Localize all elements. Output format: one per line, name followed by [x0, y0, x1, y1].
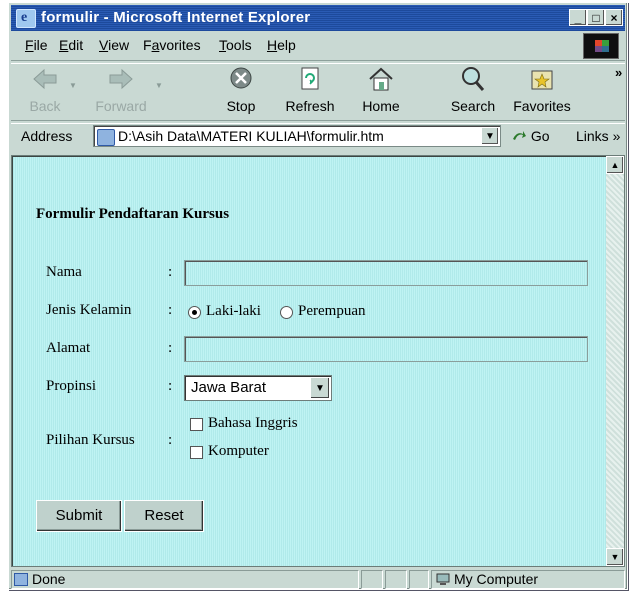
close-button[interactable]: × [605, 9, 623, 26]
refresh-icon [301, 67, 319, 90]
refresh-button[interactable]: Refresh [281, 65, 339, 114]
menu-bar: File Edit View Favorites Tools Help [11, 33, 625, 59]
radio-perempuan[interactable] [280, 306, 293, 319]
address-label: Address [21, 128, 73, 144]
checkbox-komputer-label: Komputer [208, 443, 269, 459]
address-bar: Address D:\Asih Data\MATERI KULIAH\formu… [11, 123, 625, 149]
radio-laki-laki-label: Laki-laki [206, 303, 261, 319]
toolbar: Back ▼ Forward ▼ Stop Refresh Home Searc… [11, 63, 625, 119]
go-arrow-icon [513, 131, 526, 140]
checkbox-bahasa-inggris-label: Bahasa Inggris [208, 415, 298, 431]
forward-arrow-icon [109, 68, 133, 90]
address-input[interactable]: D:\Asih Data\MATERI KULIAH\formulir.htm … [93, 125, 501, 147]
forward-button[interactable]: Forward [91, 65, 151, 114]
search-button[interactable]: Search [447, 65, 499, 114]
propinsi-value: Jawa Barat [191, 379, 267, 396]
back-dropdown-icon[interactable]: ▼ [69, 81, 77, 90]
colon: : [168, 378, 173, 394]
computer-icon [436, 573, 450, 585]
forward-dropdown-icon[interactable]: ▼ [155, 81, 163, 90]
page-content: ▲ ▼ Formulir Pendaftaran Kursus Nama : J… [11, 155, 625, 567]
submit-button[interactable]: Submit [36, 500, 122, 532]
nama-input[interactable] [184, 260, 588, 286]
menu-help[interactable]: Help [267, 37, 296, 53]
alamat-label: Alamat [46, 340, 91, 356]
vertical-scrollbar[interactable]: ▲ ▼ [606, 156, 624, 566]
windows-logo-icon [583, 33, 619, 59]
toolbar-overflow-button[interactable]: » [615, 65, 622, 80]
jenis-kelamin-label: Jenis Kelamin [46, 302, 132, 318]
alamat-input[interactable] [184, 336, 588, 362]
scroll-up-icon[interactable]: ▲ [606, 156, 624, 174]
nama-label: Nama [46, 264, 82, 280]
colon: : [168, 264, 173, 280]
colon: : [168, 432, 173, 448]
address-url: D:\Asih Data\MATERI KULIAH\formulir.htm [118, 128, 384, 144]
pilihan-kursus-label: Pilihan Kursus [46, 432, 135, 448]
propinsi-select[interactable]: Jawa Barat ▼ [184, 375, 332, 401]
menu-favorites[interactable]: Favorites [143, 37, 201, 53]
radio-laki-laki[interactable] [188, 306, 201, 319]
menu-file[interactable]: File [25, 37, 48, 53]
radio-perempuan-label: Perempuan [298, 303, 366, 319]
status-bar: Done My Computer [11, 570, 625, 589]
ie-page-icon [14, 573, 28, 586]
favorites-icon [531, 70, 553, 90]
propinsi-label: Propinsi [46, 378, 97, 394]
back-button[interactable]: Back [23, 65, 67, 114]
address-dropdown-icon[interactable]: ▼ [481, 127, 499, 145]
menu-tools[interactable]: Tools [219, 37, 252, 53]
maximize-button[interactable]: □ [587, 9, 605, 26]
checkbox-bahasa-inggris[interactable] [190, 418, 203, 431]
reset-button[interactable]: Reset [124, 500, 204, 532]
search-icon [462, 67, 485, 91]
form-title: Formulir Pendaftaran Kursus [36, 206, 230, 222]
go-button[interactable]: Go [511, 128, 550, 144]
window-title: formulir - Microsoft Internet Explorer [41, 9, 311, 26]
back-arrow-icon [33, 68, 57, 90]
zone-text: My Computer [454, 571, 539, 587]
stop-icon [230, 67, 252, 89]
status-cell [361, 570, 383, 589]
scroll-down-icon[interactable]: ▼ [606, 548, 624, 566]
home-icon [369, 67, 393, 91]
stop-button[interactable]: Stop [221, 65, 261, 114]
status-cell [385, 570, 407, 589]
links-button[interactable]: Links » [576, 128, 620, 144]
menu-view[interactable]: View [99, 37, 129, 53]
ie-logo-icon: e [16, 9, 36, 28]
title-bar: e formulir - Microsoft Internet Explorer… [11, 5, 625, 31]
status-zone: My Computer [431, 570, 625, 589]
menu-edit[interactable]: Edit [59, 37, 83, 53]
colon: : [168, 302, 173, 318]
checkbox-komputer[interactable] [190, 446, 203, 459]
favorites-button[interactable]: Favorites [509, 65, 575, 114]
status-main: Done [11, 570, 359, 589]
chevron-down-icon[interactable]: ▼ [310, 377, 330, 399]
page-icon [97, 129, 115, 146]
status-text: Done [32, 571, 66, 587]
status-cell [409, 570, 429, 589]
colon: : [168, 340, 173, 356]
home-button[interactable]: Home [357, 65, 405, 114]
minimize-button[interactable]: _ [569, 9, 587, 26]
browser-window: e formulir - Microsoft Internet Explorer… [8, 2, 628, 590]
